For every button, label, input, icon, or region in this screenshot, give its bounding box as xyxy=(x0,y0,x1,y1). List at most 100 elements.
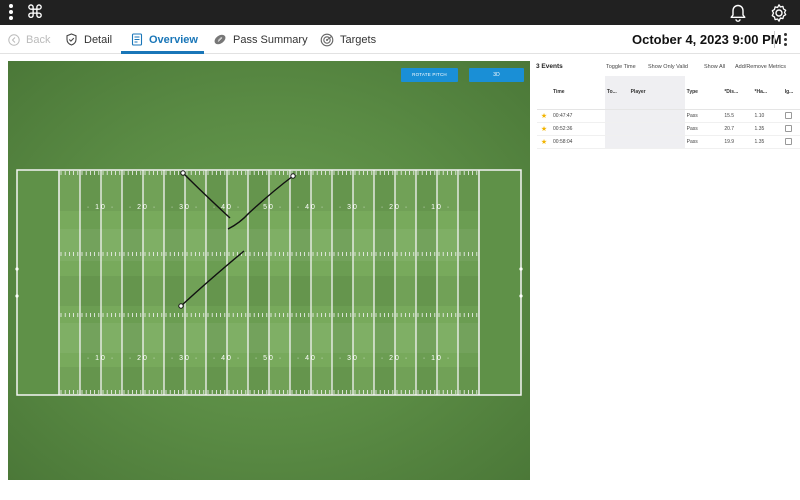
tab-pass-summary-label: Pass Summary xyxy=(233,33,308,46)
yard-number-top: · 30 · xyxy=(339,204,367,211)
cell-hang: 1.35 xyxy=(752,135,783,149)
cell-type: Pass xyxy=(684,122,723,136)
star-icon[interactable]: ★ xyxy=(537,109,551,123)
yard-number-bottom: · 40 · xyxy=(297,355,325,362)
yard-number-bottom: · 20 · xyxy=(381,355,409,362)
table-row[interactable]: ★ 00:47:47 Pass 15.5 1.10 xyxy=(537,109,800,123)
right-goalpost-top xyxy=(519,267,523,271)
yard-number-bottom: · 10 · xyxy=(87,355,115,362)
show-only-valid-link[interactable]: Show Only Valid xyxy=(648,64,688,70)
table-row[interactable]: ★ 00:58:04 Pass 19.9 1.35 xyxy=(537,135,800,149)
yard-numbers-top: · 10 · · 20 · · 30 · · 40 · · 50 · · 40 · · 30… xyxy=(87,204,451,211)
field-view: · 10 · · 20 · · 30 · · 40 · · 50 · · 40 · · 30… xyxy=(8,61,530,480)
rotate-pitch-button[interactable]: ROTATE PITCH xyxy=(401,68,458,82)
tab-detail[interactable]: Detail xyxy=(65,25,112,54)
football-field[interactable]: · 10 · · 20 · · 30 · · 40 · · 50 · · 40 · · 30… xyxy=(8,61,530,480)
yard-number-bottom: · 50 · xyxy=(255,355,283,362)
active-tab-indicator xyxy=(121,51,204,54)
cell-distance: 20.7 xyxy=(722,122,753,136)
cell-to xyxy=(604,109,629,123)
right-end-zone xyxy=(479,170,521,395)
yard-number-top: · 50 · xyxy=(255,204,283,211)
col-distance[interactable]: *Dis... xyxy=(722,76,753,110)
events-count: 3 Events xyxy=(536,63,563,70)
cell-ignore xyxy=(782,122,800,136)
col-ignore[interactable]: Ig... xyxy=(782,76,800,110)
left-goalpost-bottom xyxy=(15,294,19,298)
cell-to xyxy=(604,135,629,149)
more-options-icon[interactable] xyxy=(784,33,788,47)
cell-time: 00:47:47 xyxy=(551,109,605,123)
show-all-link[interactable]: Show All xyxy=(704,64,725,70)
col-star xyxy=(537,76,551,110)
gear-icon[interactable] xyxy=(769,3,789,23)
cell-time: 00:52:36 xyxy=(551,122,605,136)
table-row[interactable]: ★ 00:52:36 Pass 20.7 1.35 xyxy=(537,122,800,136)
cell-player xyxy=(628,135,685,149)
yard-number-bottom: · 10 · xyxy=(423,355,451,362)
col-type[interactable]: Type xyxy=(684,76,723,110)
left-end-zone xyxy=(17,170,59,395)
top-bar: ⌘ xyxy=(0,0,800,25)
document-icon xyxy=(131,33,143,46)
yard-number-top: · 20 · xyxy=(129,204,157,211)
star-icon[interactable]: ★ xyxy=(537,122,551,136)
bell-icon[interactable] xyxy=(728,3,748,23)
ignore-checkbox[interactable] xyxy=(784,112,792,119)
nav-bar: Back Detail Overview Pass Summary Target… xyxy=(0,25,800,54)
3d-view-button[interactable]: 3D xyxy=(469,68,524,82)
events-table: Time To... Player Type *Dis... *Ha... Ig… xyxy=(537,76,800,149)
cell-type: Pass xyxy=(684,135,723,149)
back-arrow-icon xyxy=(8,33,20,46)
right-goalpost-bottom xyxy=(519,294,523,298)
target-icon xyxy=(320,33,334,46)
left-goalpost-top xyxy=(15,267,19,271)
ignore-checkbox[interactable] xyxy=(784,125,792,132)
football-icon xyxy=(214,34,226,45)
tab-targets[interactable]: Targets xyxy=(320,25,376,54)
cell-hang: 1.10 xyxy=(752,109,783,123)
yard-number-top: · 10 · xyxy=(423,204,451,211)
cell-hang: 1.35 xyxy=(752,122,783,136)
yard-number-bottom: · 30 · xyxy=(339,355,367,362)
col-player[interactable]: Player xyxy=(628,76,685,110)
cell-distance: 19.9 xyxy=(722,135,753,149)
tab-pass-summary[interactable]: Pass Summary xyxy=(213,25,308,54)
table-header-row: Time To... Player Type *Dis... *Ha... Ig… xyxy=(537,76,800,110)
cell-ignore xyxy=(782,109,800,123)
back-button[interactable]: Back xyxy=(8,25,50,54)
shield-check-icon xyxy=(66,33,77,46)
toggle-time-link[interactable]: Toggle Time xyxy=(606,64,636,70)
tab-overview[interactable]: Overview xyxy=(131,25,198,54)
session-datetime: October 4, 2023 9:00 PM xyxy=(632,32,782,47)
cell-distance: 15.5 xyxy=(722,109,753,123)
col-hang[interactable]: *Ha... xyxy=(752,76,783,110)
cell-player xyxy=(628,109,685,123)
col-time[interactable]: Time xyxy=(551,76,605,110)
yard-number-bottom: · 40 · xyxy=(213,355,241,362)
cell-ignore xyxy=(782,135,800,149)
add-remove-metrics-link[interactable]: Add/Remove Metrics xyxy=(735,64,786,70)
pass-start-2 xyxy=(290,173,296,179)
cell-type: Pass xyxy=(684,109,723,123)
kebab-icon[interactable] xyxy=(9,4,15,21)
yard-number-top: · 20 · xyxy=(381,204,409,211)
yard-number-top: · 30 · xyxy=(171,204,199,211)
back-label: Back xyxy=(26,33,51,46)
col-to[interactable]: To... xyxy=(604,76,629,110)
cell-player xyxy=(628,122,685,136)
pass-start-1 xyxy=(180,170,186,176)
tab-overview-label: Overview xyxy=(149,33,198,46)
yard-number-top: · 40 · xyxy=(297,204,325,211)
yard-number-bottom: · 30 · xyxy=(171,355,199,362)
ignore-checkbox[interactable] xyxy=(784,138,792,145)
cell-to xyxy=(604,122,629,136)
yard-number-top: · 10 · xyxy=(87,204,115,211)
cell-time: 00:58:04 xyxy=(551,135,605,149)
pass-start-3 xyxy=(178,303,184,309)
command-icon[interactable]: ⌘ xyxy=(26,0,44,25)
nav-divider xyxy=(774,31,775,48)
yard-numbers-bottom: · 10 · · 20 · · 30 · · 40 · · 50 · · 40 · · 30… xyxy=(87,355,451,362)
tab-targets-label: Targets xyxy=(340,33,377,46)
star-icon[interactable]: ★ xyxy=(537,135,551,149)
